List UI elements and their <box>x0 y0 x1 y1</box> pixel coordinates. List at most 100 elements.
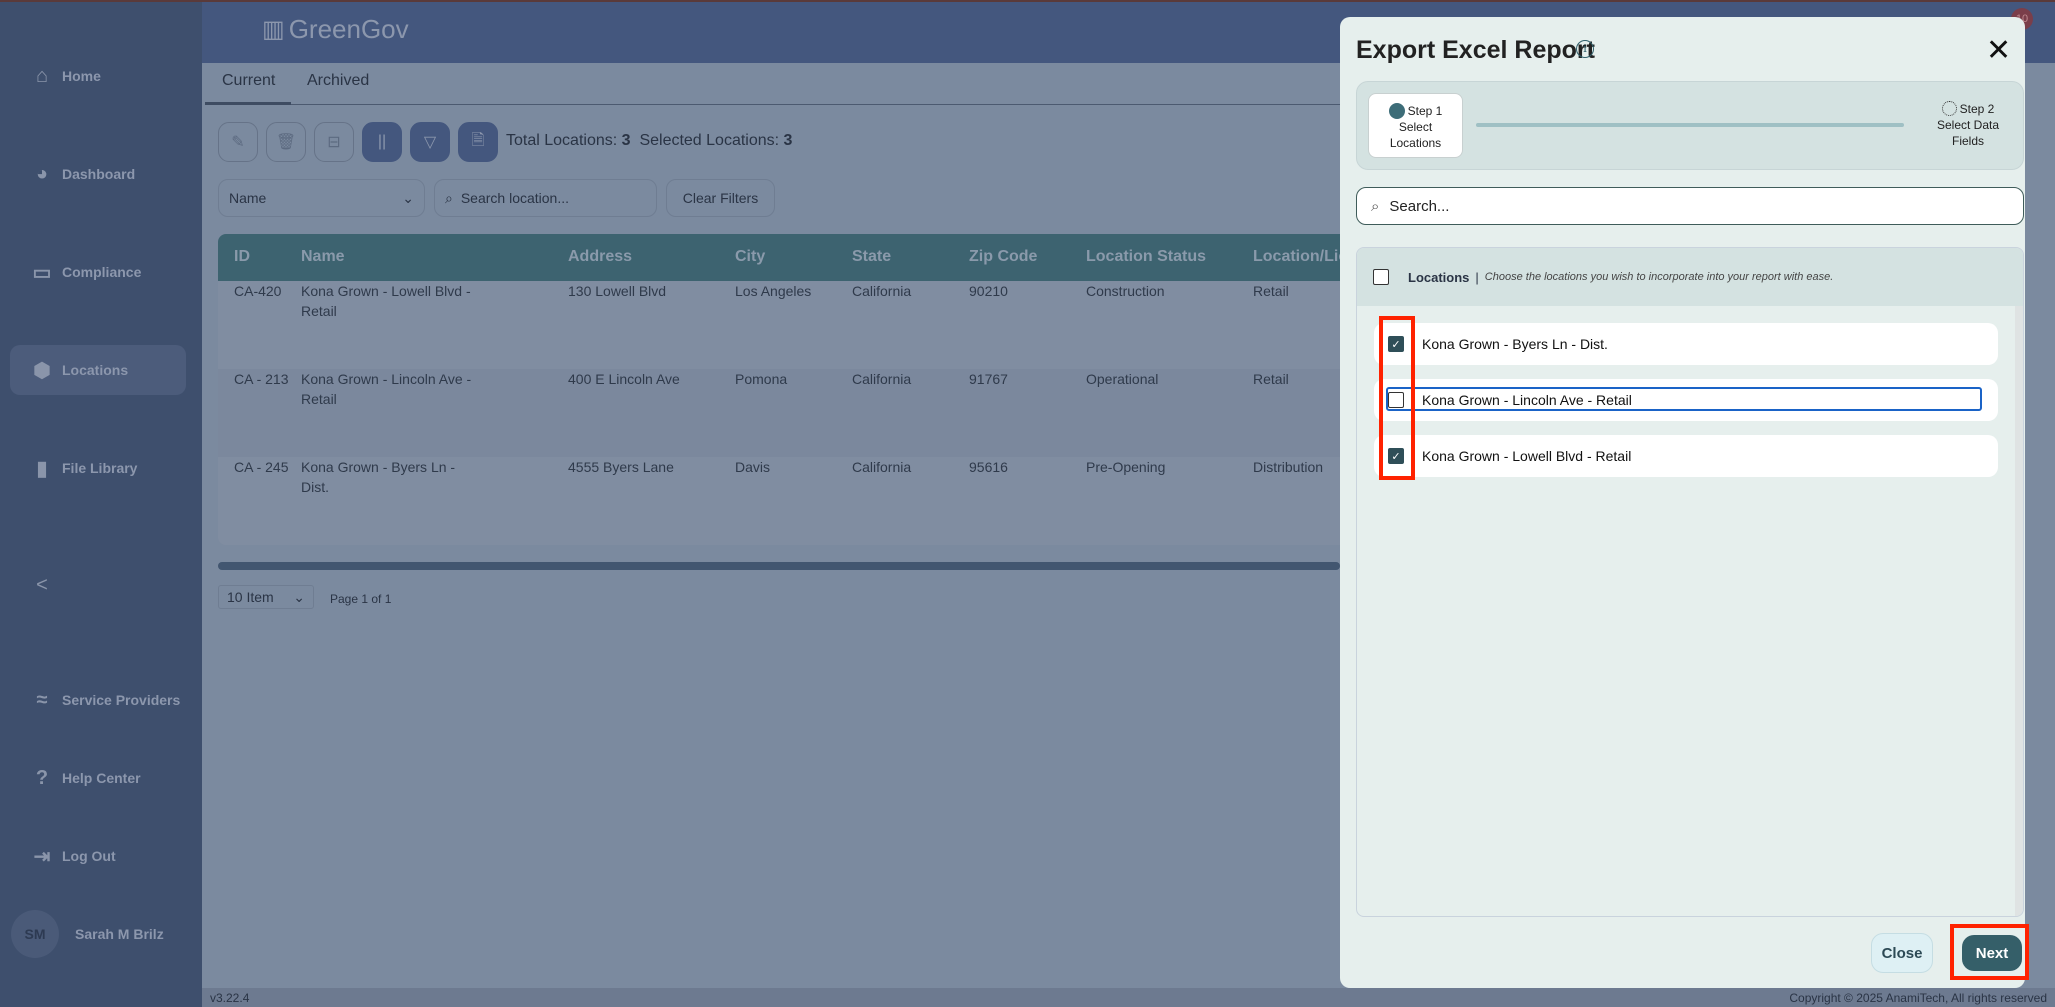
location-label: Kona Grown - Byers Ln - Dist. <box>1422 336 1608 352</box>
horizontal-scrollbar[interactable] <box>218 562 1340 570</box>
sidebar-item-service-providers[interactable]: ≈ Service Providers <box>10 675 186 725</box>
highlight-next <box>1950 924 2029 980</box>
select-all-checkbox[interactable] <box>1373 269 1389 285</box>
chevron-down-icon: ⌄ <box>293 589 305 605</box>
table-cell: 4555 Byers Lane <box>568 459 674 475</box>
table-row[interactable]: CA - 213 Kona Grown - Lincoln Ave - Retai… <box>218 369 1340 457</box>
table-cell: Operational <box>1086 371 1159 387</box>
location-option[interactable]: ✓ Kona Grown - Byers Ln - Dist. <box>1374 323 1998 365</box>
pie-chart-icon: ◕ <box>35 162 49 185</box>
locations-panel: Locations | Choose the locations you wis… <box>1356 247 2024 917</box>
step-active-icon <box>1388 103 1405 119</box>
version-label: v3.22.4 <box>210 990 250 1005</box>
filter-icon: ▽ <box>423 134 437 151</box>
delete-button[interactable]: 🗑 <box>266 122 306 162</box>
close-button[interactable]: Close <box>1871 933 1933 973</box>
clear-filters-button[interactable]: Clear Filters <box>666 179 775 217</box>
search-icon: ⌕ <box>1371 197 1380 215</box>
info-icon[interactable]: i <box>1576 40 1594 58</box>
table-cell: Kona Grown - Lowell Blvd - Retail <box>301 283 471 319</box>
stepper: Step 1 Select Locations Step 2 Select Data… <box>1356 81 2024 170</box>
focus-ring <box>1386 387 1982 411</box>
location-option[interactable]: Kona Grown - Lincoln Ave - Retail <box>1374 379 1998 421</box>
panel-scrollbar[interactable] <box>2015 306 2023 916</box>
tab-current[interactable]: Current <box>222 72 275 90</box>
filter-field-select[interactable]: Name ⌄ <box>218 179 425 217</box>
sidebar-item-dashboard[interactable]: ◕ Dashboard <box>10 149 186 199</box>
table-cell: Kona Grown - Lincoln Ave - Retail <box>301 371 472 407</box>
chevron-down-icon: ⌄ <box>402 189 414 206</box>
tab-archived[interactable]: Archived <box>307 72 369 90</box>
trash-icon: 🗑 <box>275 134 297 151</box>
column-header[interactable]: Location Status <box>1086 248 1206 266</box>
archive-icon: ⊟ <box>327 134 341 151</box>
user-name: Sarah M Brilz <box>75 926 164 942</box>
inbox-icon: ▭ <box>32 261 52 284</box>
table-cell: Construction <box>1086 283 1165 299</box>
sidebar-item-home[interactable]: ⌂ Home <box>10 51 186 101</box>
sidebar-item-compliance[interactable]: ▭ Compliance <box>10 247 186 297</box>
column-header[interactable]: Zip Code <box>969 248 1037 266</box>
highlight-checkboxes <box>1379 316 1415 480</box>
dialog-title: Export Excel Report <box>1356 36 1595 64</box>
footer: v3.22.4 Copyright © 2025 AnamiTech, All r… <box>202 988 2055 1007</box>
table-cell: 400 E Lincoln Ave <box>568 371 680 387</box>
column-header[interactable]: City <box>735 248 765 266</box>
table-row[interactable]: CA - 245 Kona Grown - Byers Ln - Dist. 455… <box>218 457 1340 545</box>
sidebar: ⌂ Home ◕ Dashboard ▭ Compliance ⬢ Locations … <box>0 0 202 1007</box>
step-1[interactable]: Step 1 Select Locations <box>1368 93 1463 158</box>
collapse-sidebar-button[interactable]: < <box>10 560 186 610</box>
excel-file-icon: 🗎 <box>471 131 485 149</box>
building-icon: ▥ <box>262 16 285 43</box>
map-pin-icon: ⬢ <box>33 359 51 382</box>
location-search-input[interactable]: ⌕ Search... <box>1356 187 2024 225</box>
items-per-page-select[interactable]: 10 Item ⌄ <box>218 585 314 609</box>
column-header[interactable]: Location/Lic <box>1253 248 1340 266</box>
column-header[interactable]: State <box>852 248 891 266</box>
sidebar-item-locations[interactable]: ⬢ Locations <box>10 345 186 395</box>
columns-icon: || <box>377 133 387 150</box>
archive-button[interactable]: ⊟ <box>314 122 354 162</box>
edit-button[interactable]: ✎ <box>218 122 258 162</box>
table-cell: Distribution <box>1253 459 1324 475</box>
export-excel-button[interactable]: 🗎 <box>458 122 498 162</box>
column-header[interactable]: Name <box>301 248 345 266</box>
filter-button[interactable]: ▽ <box>410 122 450 162</box>
close-icon[interactable]: ✕ <box>1986 33 2011 69</box>
help-icon: ? <box>35 766 49 789</box>
step-2[interactable]: Step 2 Select Data Fields <box>1924 101 2012 149</box>
table-cell: CA-420 <box>234 283 282 299</box>
sidebar-item-file-library[interactable]: ▮ File Library <box>10 443 186 493</box>
table-cell: Pre-Opening <box>1086 459 1166 475</box>
home-icon: ⌂ <box>35 64 49 87</box>
table-cell: 91767 <box>969 371 1008 387</box>
table-cell: Pomona <box>735 371 788 387</box>
table-cell: Retail <box>1253 371 1289 387</box>
location-option[interactable]: ✓ Kona Grown - Lowell Blvd - Retail <box>1374 435 1998 477</box>
sidebar-item-log-out[interactable]: ⇥ Log Out <box>10 831 186 881</box>
table-cell: 90210 <box>969 283 1008 299</box>
table-cell: Los Angeles <box>735 283 812 299</box>
logout-icon: ⇥ <box>33 845 51 868</box>
avatar[interactable]: SM <box>11 910 59 958</box>
location-label: Kona Grown - Lowell Blvd - Retail <box>1422 448 1632 464</box>
table-cell: Davis <box>735 459 771 475</box>
edit-icon: ✎ <box>231 134 245 151</box>
tab-divider <box>205 104 1340 105</box>
export-excel-dialog: Export Excel Report i ✕ Step 1 Select Loc… <box>1340 17 2029 988</box>
sidebar-item-help-center[interactable]: ? Help Center <box>10 753 186 803</box>
table-cell: Retail <box>1253 283 1289 299</box>
logo: ▥ GreenGov <box>262 14 409 44</box>
search-location-input[interactable]: ⌕ Search location... <box>434 179 657 217</box>
step-connector <box>1476 123 1904 127</box>
step-pending-icon <box>1941 101 1957 116</box>
locations-panel-header: Locations | Choose the locations you wis… <box>1357 248 2023 306</box>
table-cell: 130 Lowell Blvd <box>568 283 667 299</box>
handshake-icon: ≈ <box>36 688 48 711</box>
chevron-left-icon: < <box>36 573 48 596</box>
column-header[interactable]: Address <box>568 248 632 266</box>
table-row[interactable]: CA-420 Kona Grown - Lowell Blvd - Retail 1… <box>218 281 1340 369</box>
columns-button[interactable]: || <box>362 122 402 162</box>
table-cell: Kona Grown - Byers Ln - Dist. <box>301 459 456 495</box>
column-header[interactable]: ID <box>234 248 250 266</box>
